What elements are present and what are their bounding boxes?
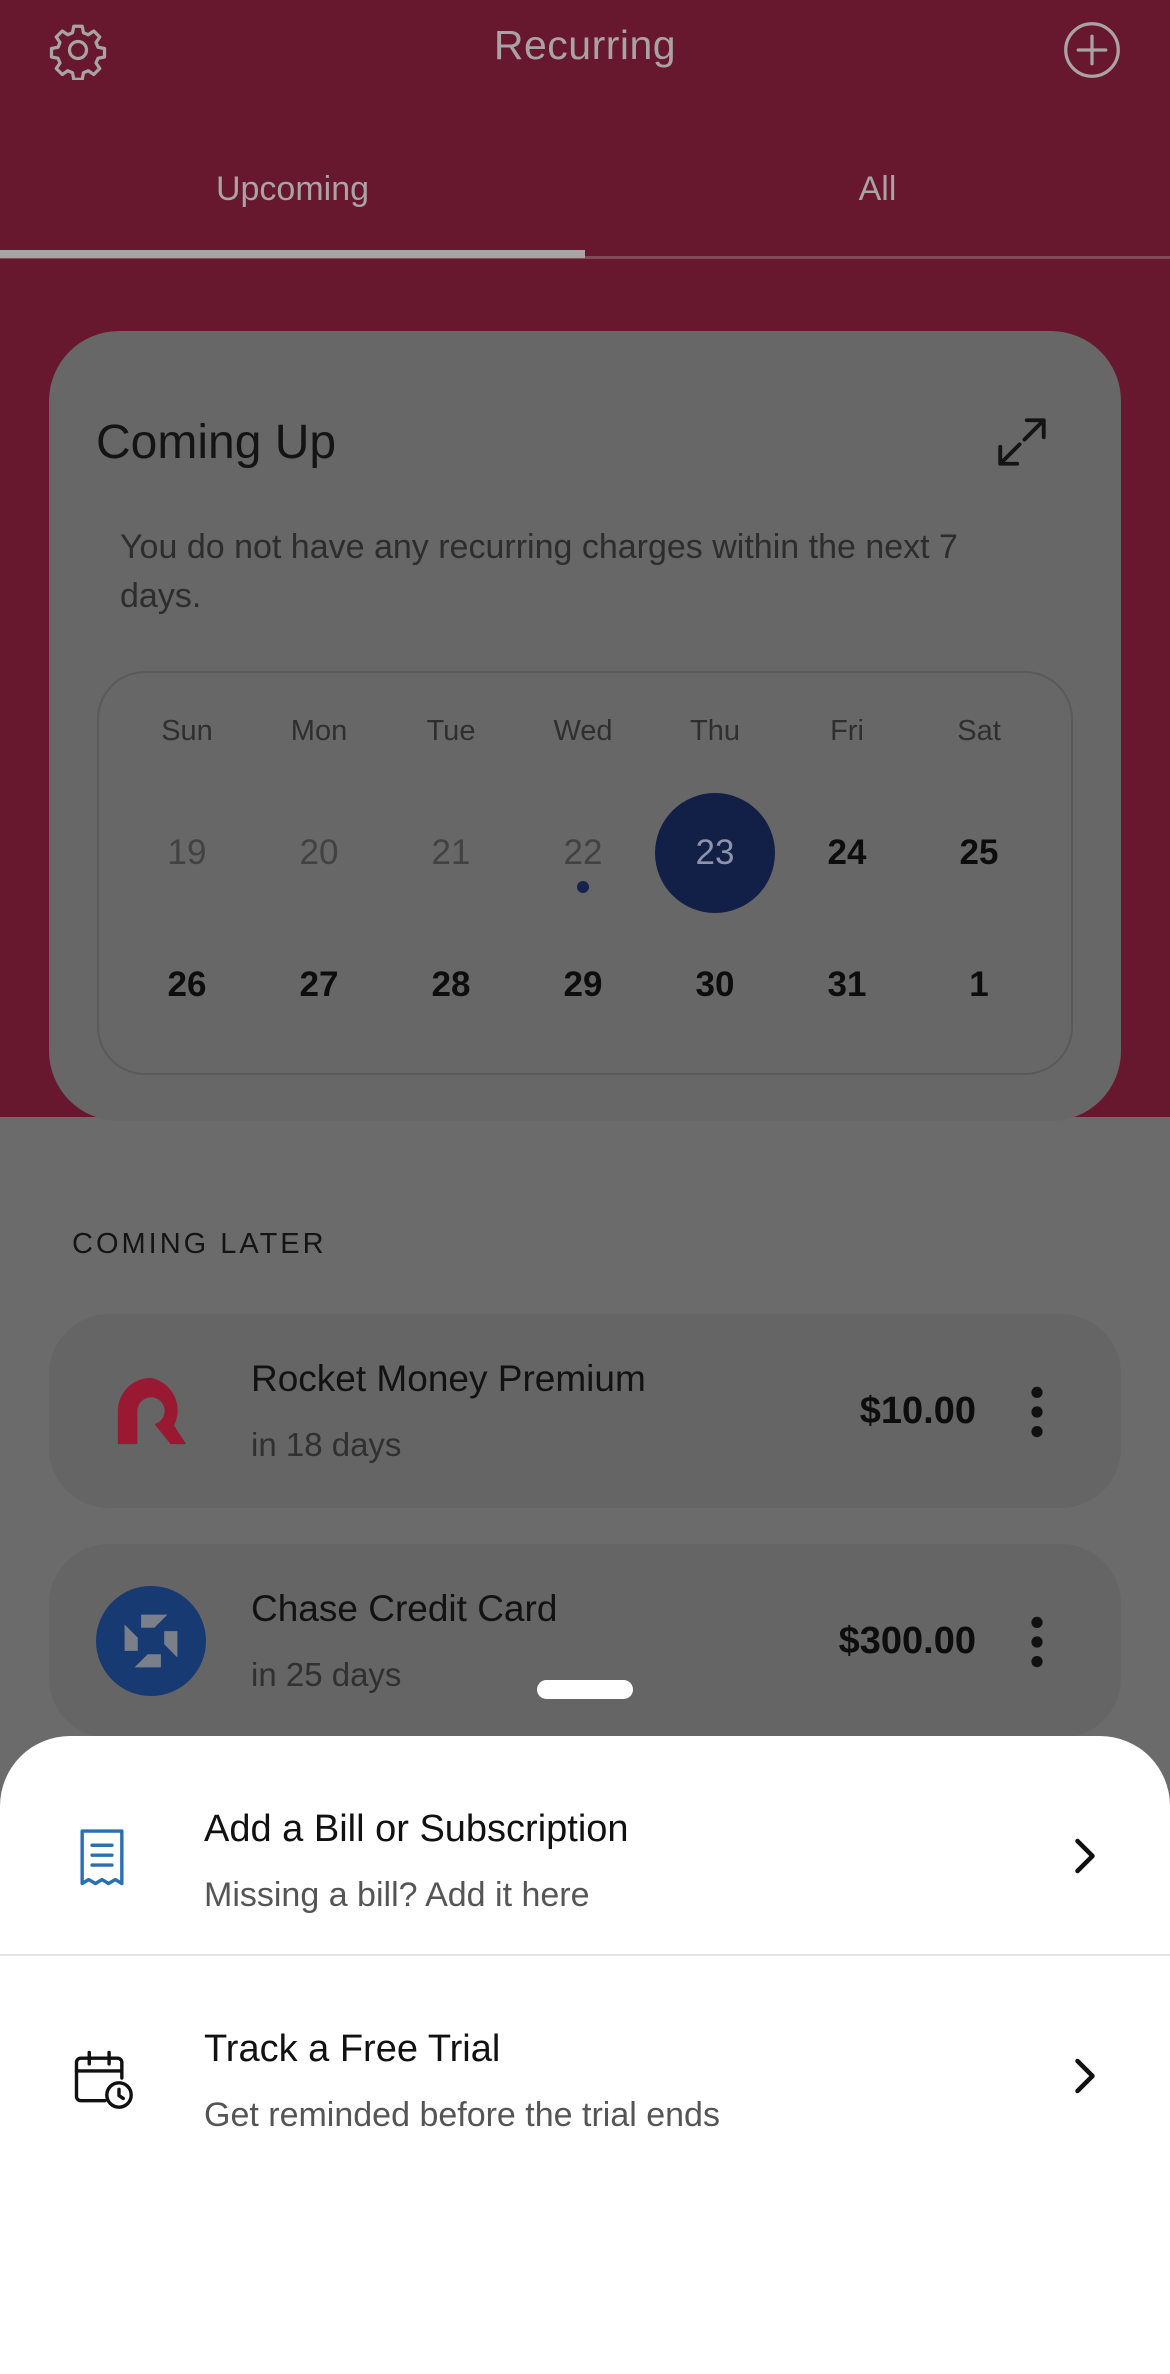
recurring-screen: Recurring Upcoming All Coming Up You do … [0, 0, 1170, 2374]
day-number: 29 [563, 965, 603, 1004]
expand-button[interactable] [993, 413, 1051, 471]
weekday-label: Tue [426, 715, 476, 747]
coming-up-card: Coming Up You do not have any recurring … [49, 331, 1121, 1121]
calendar-day[interactable]: 1 [913, 945, 1045, 1025]
coming-later-label: COMING LATER [72, 1228, 327, 1260]
plus-circle-icon [1064, 22, 1120, 78]
coming-up-message: You do not have any recurring charges wi… [120, 528, 958, 615]
item-amount: $10.00 [859, 1390, 976, 1432]
add-bill-option[interactable]: Add a Bill or Subscription Missing a bil… [0, 1736, 1170, 1932]
add-button[interactable] [1054, 12, 1130, 88]
track-trial-option[interactable]: Track a Free Trial Get reminded before t… [0, 1956, 1170, 2152]
item-name: Chase Credit Card [251, 1588, 558, 1629]
day-number: 21 [431, 833, 471, 872]
day-number: 1 [969, 965, 989, 1004]
rocket-money-logo-icon [117, 1377, 187, 1445]
tab-bar: Upcoming All [0, 150, 1170, 260]
day-number: 25 [959, 833, 999, 872]
option-title: Add a Bill or Subscription [204, 1808, 629, 1850]
weekday-label: Sun [161, 715, 213, 747]
weekday-header-row: Sun Mon Tue Wed Thu Fri Sat [99, 691, 1075, 771]
calendar-day[interactable]: 21 [385, 813, 517, 893]
list-item[interactable]: Chase Credit Card in 25 days $300.00 [49, 1544, 1121, 1738]
tab-active-indicator [0, 250, 585, 258]
calendar-day[interactable]: 19 [121, 813, 253, 893]
expand-icon [998, 418, 1046, 466]
calendar-day[interactable]: 29 [517, 945, 649, 1025]
calendar-day[interactable]: 22 [517, 813, 649, 893]
weekday-label: Fri [830, 715, 864, 747]
chase-logo-icon [124, 1614, 178, 1668]
option-subtitle: Get reminded before the trial ends [204, 2096, 720, 2134]
day-number: 28 [431, 965, 471, 1004]
calendar-day[interactable]: 25 [913, 813, 1045, 893]
day-number: 20 [299, 833, 339, 872]
option-title: Track a Free Trial [204, 2028, 501, 2070]
day-number: 23 [695, 833, 735, 872]
day-number: 30 [695, 965, 735, 1004]
chevron-right-icon [1075, 1838, 1095, 1874]
weekday-label: Sat [957, 715, 1001, 747]
item-name: Rocket Money Premium [251, 1358, 646, 1399]
chevron-right-icon [1075, 2058, 1095, 2094]
more-options-button[interactable] [1023, 1384, 1051, 1440]
tab-all[interactable]: All [585, 170, 1170, 209]
coming-up-title: Coming Up [96, 416, 337, 469]
calendar-clock-icon [74, 2050, 133, 2109]
day-number: 19 [167, 833, 207, 872]
calendar-day[interactable]: 28 [385, 945, 517, 1025]
event-dot [577, 881, 589, 893]
app-header: Recurring [0, 0, 1170, 100]
calendar-day[interactable]: 30 [649, 945, 781, 1025]
more-vertical-icon [1031, 1616, 1043, 1668]
item-due: in 18 days [251, 1426, 402, 1463]
rocket-money-logo [96, 1356, 206, 1466]
calendar-day-today[interactable]: 23 [649, 793, 781, 913]
calendar-day[interactable]: 20 [253, 813, 385, 893]
day-number: 24 [827, 833, 867, 872]
item-due: in 25 days [251, 1656, 402, 1693]
weekday-label: Thu [690, 715, 740, 747]
calendar-day[interactable]: 24 [781, 813, 913, 893]
option-subtitle: Missing a bill? Add it here [204, 1876, 590, 1914]
calendar-week-row: 19 20 21 22 23 24 25 [99, 793, 1075, 913]
day-number: 27 [299, 965, 339, 1004]
tab-upcoming[interactable]: Upcoming [0, 170, 585, 209]
weekday-label: Mon [290, 715, 348, 747]
chase-logo [96, 1586, 206, 1696]
calendar-day[interactable]: 31 [781, 945, 913, 1025]
sheet-drag-handle[interactable] [537, 1680, 633, 1699]
week-calendar: Sun Mon Tue Wed Thu Fri Sat 19 20 21 22 … [97, 671, 1073, 1075]
more-options-button[interactable] [1023, 1614, 1051, 1670]
weekday-label: Wed [553, 715, 613, 747]
item-amount: $300.00 [838, 1620, 976, 1662]
day-number: 22 [563, 833, 603, 872]
calendar-day[interactable]: 27 [253, 945, 385, 1025]
receipt-icon [80, 1829, 124, 1886]
more-vertical-icon [1031, 1386, 1043, 1438]
day-number: 31 [827, 965, 867, 1004]
bottom-sheet: Add a Bill or Subscription Missing a bil… [0, 1736, 1170, 2374]
page-title: Recurring [493, 22, 677, 68]
day-number: 26 [167, 965, 207, 1004]
calendar-day[interactable]: 26 [121, 945, 253, 1025]
calendar-week-row: 26 27 28 29 30 31 1 [99, 945, 1075, 1025]
list-item[interactable]: Rocket Money Premium in 18 days $10.00 [49, 1314, 1121, 1508]
